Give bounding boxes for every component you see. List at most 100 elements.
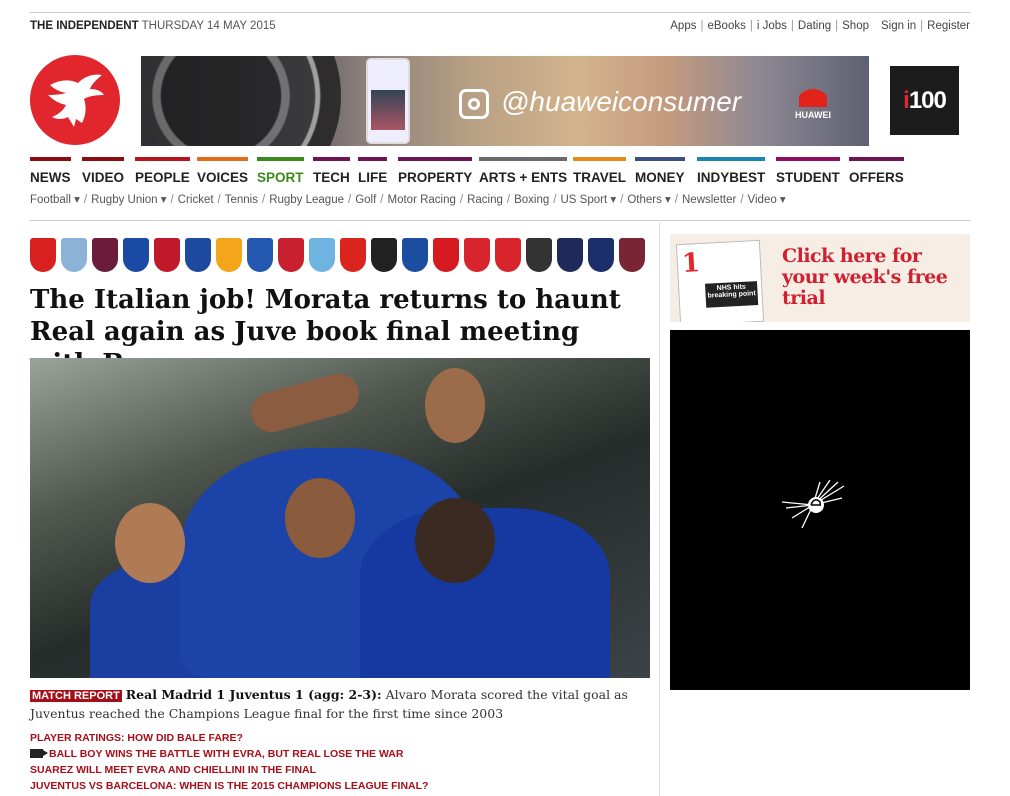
subnav-item[interactable]: Others ▾ — [627, 194, 670, 206]
camera-lens-graphic — [141, 56, 341, 146]
hull-city-badge-icon[interactable] — [216, 238, 242, 272]
nav-student[interactable]: STUDENT — [776, 157, 840, 185]
subnav-item[interactable]: Newsletter — [682, 194, 736, 206]
subnav-item[interactable]: Football ▾ — [30, 194, 80, 206]
photo-head-shape — [415, 498, 495, 583]
subnav-separator: / — [620, 194, 624, 206]
huawei-logo: HUAWEI — [793, 81, 833, 120]
subnav-separator: / — [261, 194, 266, 206]
nav-property[interactable]: PROPERTY — [398, 157, 473, 185]
newcastle-united-badge-icon[interactable] — [371, 238, 397, 272]
subnav-item[interactable]: Tennis — [225, 194, 258, 206]
nav-video[interactable]: VIDEO — [82, 157, 125, 185]
subnav-item[interactable]: Motor Racing — [388, 194, 456, 206]
west-ham-badge-icon[interactable] — [619, 238, 645, 272]
match-report-tag[interactable]: MATCH REPORT — [30, 690, 122, 702]
subnav-item[interactable]: Video ▾ — [748, 194, 786, 206]
top-bar: THE INDEPENDENT THURSDAY 14 MAY 2015 Apps… — [30, 20, 970, 38]
apps-link[interactable]: Apps — [670, 20, 696, 32]
nav-arts-ents[interactable]: ARTS + ENTS — [479, 157, 568, 185]
subnav-separator: / — [217, 194, 221, 206]
liverpool-badge-icon[interactable] — [278, 238, 304, 272]
subnav-item[interactable]: Cricket — [178, 194, 214, 206]
burnley-badge-icon[interactable] — [92, 238, 118, 272]
paper-headline: NHS hits breaking point — [705, 281, 759, 308]
i100-number: 100 — [908, 87, 947, 114]
aston-villa-badge-icon[interactable] — [61, 238, 87, 272]
nav-tech[interactable]: TECH — [313, 157, 350, 185]
ijobs-link[interactable]: i Jobs — [757, 20, 787, 32]
huawei-label: HUAWEI — [795, 110, 831, 120]
west-brom-badge-icon[interactable] — [588, 238, 614, 272]
column-divider — [659, 222, 660, 796]
subnav-item[interactable]: Rugby League — [269, 194, 344, 206]
nav-travel[interactable]: TRAVEL — [573, 157, 626, 185]
subnav-item[interactable]: US Sport ▾ — [560, 194, 616, 206]
sunderland-badge-icon[interactable] — [495, 238, 521, 272]
subnav-item[interactable]: Racing — [467, 194, 503, 206]
brand-name[interactable]: THE INDEPENDENT — [30, 20, 139, 32]
dating-link[interactable]: Dating — [798, 20, 831, 32]
teaser-lead[interactable]: Real Madrid 1 Juventus 1 (agg: 2-3): — [126, 687, 382, 702]
huawei-petal-icon — [799, 81, 827, 107]
nav-voices[interactable]: VOICES — [197, 157, 249, 185]
manchester-united-badge-icon[interactable] — [340, 238, 366, 272]
photo-arm-shape — [246, 369, 364, 437]
subnav-separator: / — [740, 194, 744, 206]
independent-eagle-logo[interactable] — [30, 55, 120, 145]
video-player[interactable] — [670, 330, 970, 690]
article-teaser: MATCH REPORT Real Madrid 1 Juventus 1 (a… — [30, 686, 650, 722]
stoke-city-badge-icon[interactable] — [464, 238, 490, 272]
shop-link[interactable]: Shop — [842, 20, 869, 32]
nav-news[interactable]: NEWS — [30, 157, 71, 185]
i100-logo[interactable]: i100 — [890, 66, 959, 135]
nav-offers[interactable]: OFFERS — [849, 157, 904, 185]
swansea-city-badge-icon[interactable] — [526, 238, 552, 272]
tottenham-badge-icon[interactable] — [557, 238, 583, 272]
crystal-palace-badge-icon[interactable] — [154, 238, 180, 272]
subnav-item[interactable]: Golf — [355, 194, 376, 206]
related-link[interactable]: SUAREZ WILL MEET EVRA AND CHIELLINI IN T… — [30, 762, 428, 778]
subnav-separator: / — [83, 194, 88, 206]
edition-date: THURSDAY 14 MAY 2015 — [141, 20, 276, 32]
subnav-item[interactable]: Boxing — [514, 194, 549, 206]
sport-subnav: Football ▾ / Rugby Union ▾ / Cricket / Tennis /… — [30, 192, 786, 206]
phone-graphic — [366, 58, 410, 144]
leicester-city-badge-icon[interactable] — [247, 238, 273, 272]
subnav-separator: / — [348, 194, 352, 206]
sign-in-link[interactable]: Sign in — [881, 20, 916, 32]
nav-people[interactable]: PEOPLE — [135, 157, 190, 185]
paper-masthead: 1 — [681, 248, 701, 279]
chelsea-badge-icon[interactable] — [123, 238, 149, 272]
nav-money[interactable]: MONEY — [635, 157, 685, 185]
subnav-separator: / — [170, 194, 174, 206]
nav-sport[interactable]: SPORT — [257, 157, 304, 185]
instagram-icon — [459, 89, 489, 119]
qpr-badge-icon[interactable] — [402, 238, 428, 272]
subnav-separator: / — [674, 194, 678, 206]
arsenal-badge-icon[interactable] — [30, 238, 56, 272]
ad-handle: @huaweiconsumer — [501, 86, 742, 117]
i-paper-promo[interactable]: 1 NHS hits breaking point Click here for… — [670, 234, 970, 322]
register-link[interactable]: Register — [927, 20, 970, 32]
article-photo[interactable] — [30, 358, 650, 678]
video-camera-icon — [30, 749, 48, 758]
top-divider — [30, 12, 970, 13]
nav-life[interactable]: LIFE — [358, 157, 388, 185]
ebooks-link[interactable]: eBooks — [707, 20, 745, 32]
manchester-city-badge-icon[interactable] — [309, 238, 335, 272]
subnav-item[interactable]: Rugby Union ▾ — [91, 194, 166, 206]
related-link-video[interactable]: BALL BOY WINS THE BATTLE WITH EVRA, BUT … — [30, 746, 428, 762]
esprit-star-icon — [781, 480, 845, 529]
top-links: Apps | eBooks | i Jobs | Dating | Shop Sign in | Re… — [670, 20, 970, 32]
nav-indybest[interactable]: INDYBEST — [697, 157, 766, 185]
photo-head-shape — [425, 368, 485, 443]
southampton-badge-icon[interactable] — [433, 238, 459, 272]
everton-badge-icon[interactable] — [185, 238, 211, 272]
related-link[interactable]: PLAYER RATINGS: HOW DID BALE FARE? — [30, 730, 428, 746]
advert-banner[interactable]: @huaweiconsumer HUAWEI — [141, 56, 869, 146]
promo-cta: Click here for your week's free trial — [782, 245, 948, 309]
related-link[interactable]: JUVENTUS VS BARCELONA: WHEN IS THE 2015 … — [30, 778, 428, 794]
related-links: PLAYER RATINGS: HOW DID BALE FARE? BALL … — [30, 730, 428, 794]
related-link-label: BALL BOY WINS THE BATTLE WITH EVRA, BUT … — [49, 748, 404, 760]
